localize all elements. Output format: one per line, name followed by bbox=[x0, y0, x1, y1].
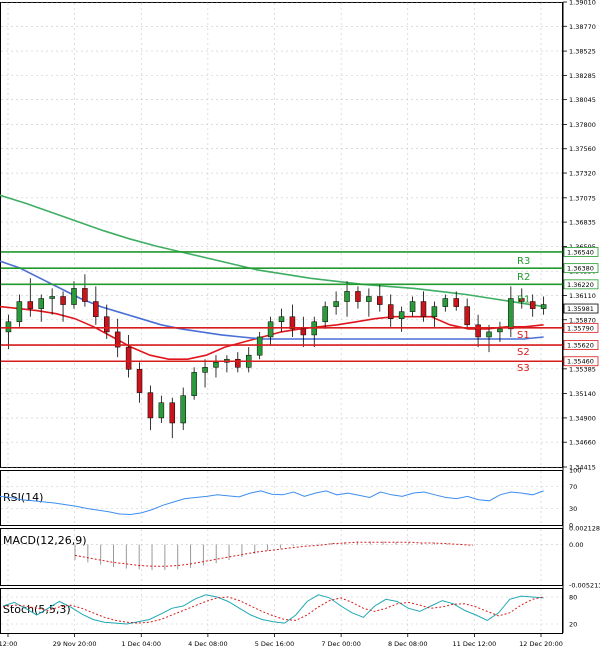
candle-body bbox=[82, 288, 88, 302]
level-label-s2: S2 bbox=[517, 347, 530, 358]
x-tick-label: 4 Dec 08:00 bbox=[188, 640, 228, 648]
candle-body bbox=[486, 331, 492, 338]
candle-body bbox=[475, 324, 481, 338]
candle-body bbox=[202, 367, 208, 373]
panel-frame-price bbox=[0, 2, 563, 468]
y-tick-label-stoch: 80 bbox=[569, 594, 577, 602]
candle-body bbox=[464, 306, 470, 326]
candle-body bbox=[333, 301, 339, 307]
candle-body bbox=[431, 306, 438, 317]
candle-body bbox=[344, 291, 350, 302]
level-price-tag: 1.36380 bbox=[567, 265, 594, 273]
candle-body bbox=[147, 392, 154, 419]
level-label-s1: S1 bbox=[517, 330, 530, 341]
candle-body bbox=[191, 372, 197, 396]
current-price-tag: 1.35981 bbox=[567, 305, 594, 313]
stoch-title: Stoch(5,5,3) bbox=[3, 603, 71, 616]
level-price-tag: 1.35790 bbox=[567, 324, 594, 332]
price-chart: R3R2R1S1S2S3 RSI(14) MACD(12,26,9) Stoch… bbox=[0, 0, 600, 648]
y-tick-label-price: 1.37560 bbox=[569, 145, 596, 153]
candle-body bbox=[235, 358, 241, 368]
level-price-tag: 1.35460 bbox=[567, 358, 594, 366]
y-tick-label-stoch: 20 bbox=[569, 621, 577, 629]
level-price-tag: 1.35620 bbox=[567, 342, 594, 350]
candle-body bbox=[387, 304, 394, 319]
y-tick-label-price: 1.38045 bbox=[569, 96, 596, 104]
y-tick-label-price: 1.37800 bbox=[569, 121, 596, 129]
x-tick-label: 5 Dec 16:00 bbox=[255, 640, 295, 648]
x-tick-label: 1 Dec 04:00 bbox=[121, 640, 161, 648]
candle-body bbox=[289, 316, 296, 330]
y-tick-label-price: 1.35385 bbox=[569, 365, 596, 373]
x-tick-label: 12:00 bbox=[0, 640, 17, 648]
candle-body bbox=[27, 301, 34, 309]
candle-body bbox=[256, 336, 263, 356]
y-tick-label-price: 1.38770 bbox=[569, 23, 596, 31]
x-tick-label: 7 Dec 00:00 bbox=[321, 640, 361, 648]
candle-body bbox=[71, 288, 77, 305]
level-label-r2: R2 bbox=[517, 272, 530, 283]
candle-body bbox=[377, 296, 383, 305]
x-tick-label: 12 Dec 20:00 bbox=[519, 640, 563, 648]
candle-body bbox=[508, 298, 514, 330]
y-tick-label-macd: -0.005213 bbox=[569, 582, 600, 590]
bull-candle bbox=[191, 367, 197, 400]
y-tick-label-rsi: 100 bbox=[569, 467, 581, 475]
level-label-r3: R3 bbox=[517, 256, 530, 267]
candle-body bbox=[322, 306, 328, 323]
candle-body bbox=[267, 321, 274, 338]
y-tick-label-price: 1.35140 bbox=[569, 390, 596, 398]
candle-body bbox=[5, 321, 12, 333]
candle-body bbox=[420, 301, 427, 317]
y-tick-label-macd: 0.002128 bbox=[569, 525, 600, 533]
candle-body bbox=[169, 402, 176, 424]
candle-body bbox=[540, 304, 547, 309]
candle-body bbox=[529, 301, 536, 309]
y-tick-label-macd: 0.00 bbox=[569, 541, 583, 549]
candle-body bbox=[38, 298, 44, 309]
macd-title: MACD(12,26,9) bbox=[3, 534, 87, 547]
y-tick-label-price: 1.34900 bbox=[569, 414, 596, 422]
candle-body bbox=[453, 298, 459, 307]
y-tick-label-price: 1.36110 bbox=[569, 292, 596, 300]
level-label-s3: S3 bbox=[517, 363, 530, 374]
level-label-r1: R1 bbox=[517, 294, 530, 305]
panel-frame-stoch bbox=[0, 588, 563, 634]
candle-body bbox=[93, 301, 99, 317]
candle-body bbox=[366, 296, 372, 302]
y-tick-label-rsi: 30 bbox=[569, 505, 577, 513]
y-tick-label-price: 1.36835 bbox=[569, 219, 596, 227]
x-tick-label: 29 Nov 20:00 bbox=[53, 640, 97, 648]
candle-body bbox=[158, 402, 165, 419]
candle-body bbox=[409, 301, 416, 312]
y-tick-label-rsi: 70 bbox=[569, 483, 577, 491]
y-tick-label-price: 1.38525 bbox=[569, 48, 596, 56]
y-tick-label-price: 1.39010 bbox=[569, 0, 596, 7]
candle-body bbox=[355, 291, 361, 302]
level-price-tag: 1.36540 bbox=[567, 248, 594, 256]
y-tick-label-price: 1.37075 bbox=[569, 194, 596, 202]
x-tick-label: 8 Dec 08:00 bbox=[388, 640, 428, 648]
candle-body bbox=[300, 328, 307, 336]
level-price-tag: 1.36220 bbox=[567, 281, 594, 289]
candle-body bbox=[16, 301, 23, 323]
candle-body bbox=[442, 298, 449, 307]
panel-frame-rsi bbox=[0, 470, 563, 526]
candle-body bbox=[104, 316, 110, 333]
candle-body bbox=[136, 369, 143, 393]
y-tick-label-price: 1.34660 bbox=[569, 439, 596, 447]
y-tick-label-price: 1.38285 bbox=[569, 72, 596, 80]
candle-body bbox=[180, 395, 186, 424]
x-tick-label: 11 Dec 12:00 bbox=[453, 640, 497, 648]
candle-body bbox=[49, 296, 55, 299]
candle-body bbox=[278, 316, 285, 323]
candle-body bbox=[60, 296, 66, 305]
candle-body bbox=[213, 362, 219, 368]
y-tick-label-price: 1.37320 bbox=[569, 170, 596, 178]
candle-body bbox=[497, 328, 503, 333]
candle-body bbox=[398, 311, 405, 319]
candle-body bbox=[125, 346, 132, 370]
